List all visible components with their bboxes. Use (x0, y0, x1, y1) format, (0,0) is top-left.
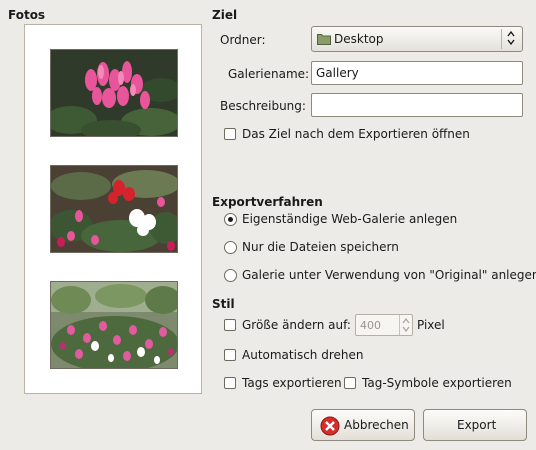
export-tag-icons-checkbox[interactable] (344, 377, 356, 389)
export-method-radio-files-only[interactable] (224, 241, 237, 254)
gallery-name-field[interactable] (311, 61, 523, 85)
open-after-export-checkbox[interactable] (224, 128, 236, 140)
description-field[interactable] (311, 93, 523, 117)
updown-arrows-icon (501, 29, 519, 49)
open-after-export-label: Das Ziel nach dem Exportieren öffnen (242, 127, 470, 141)
export-method-label-original: Galerie unter Verwendung von "Original" … (242, 268, 536, 282)
style-title: Stil (212, 297, 235, 311)
auto-rotate-label: Automatisch drehen (242, 348, 364, 362)
photo-thumbnail-1[interactable] (50, 49, 178, 137)
folder-label: Ordner: (220, 33, 266, 47)
export-tags-checkbox[interactable] (224, 377, 236, 389)
resize-checkbox[interactable] (224, 319, 236, 331)
auto-rotate-checkbox[interactable] (224, 349, 236, 361)
photo-thumbnail-2[interactable] (50, 165, 178, 253)
export-method-title: Exportverfahren (212, 195, 323, 209)
resize-spinner[interactable]: 400 (355, 314, 413, 336)
export-tags-label: Tags exportieren (242, 376, 342, 390)
export-tag-icons-label: Tag-Symbole exportieren (362, 376, 512, 390)
cancel-icon (320, 416, 340, 439)
cancel-button[interactable]: Abbrechen (311, 409, 415, 441)
folder-combo-value: Desktop (334, 32, 384, 46)
export-button-label: Export (457, 418, 497, 432)
description-label: Beschreibung: (220, 99, 306, 113)
folder-combo[interactable]: Desktop (311, 26, 523, 52)
photos-title: Fotos (8, 8, 46, 22)
destination-title: Ziel (212, 8, 238, 22)
resize-label: Größe ändern auf: (242, 318, 351, 332)
export-method-label-files-only: Nur die Dateien speichern (242, 240, 399, 254)
resize-spinner-value: 400 (360, 319, 381, 332)
photo-list[interactable] (24, 24, 202, 394)
photo-thumbnail-3[interactable] (50, 281, 178, 369)
export-method-label-web-gallery: Eigenständige Web-Galerie anlegen (242, 212, 458, 226)
cancel-button-label: Abbrechen (344, 418, 409, 432)
folder-icon (317, 33, 331, 48)
export-method-radio-original[interactable] (224, 269, 237, 282)
spinner-arrows-icon[interactable] (399, 315, 412, 335)
export-button[interactable]: Export (423, 409, 527, 441)
resize-unit-label: Pixel (417, 318, 445, 332)
gallery-name-label: Galeriename: (228, 67, 310, 81)
export-method-radio-web-gallery[interactable] (224, 213, 237, 226)
